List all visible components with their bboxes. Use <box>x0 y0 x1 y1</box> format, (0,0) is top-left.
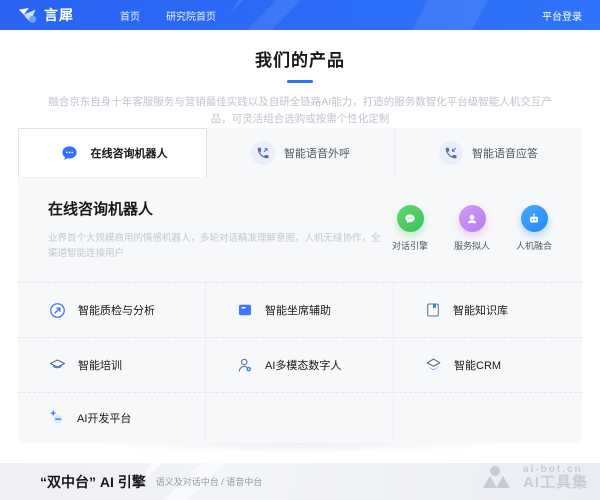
capability-label: AI开发平台 <box>77 410 131 426</box>
tab-voice-outbound[interactable]: 智能语音外呼 <box>207 128 395 178</box>
capability-label: 智能CRM <box>454 357 501 373</box>
knowledge-book-icon <box>424 301 442 319</box>
capability-training[interactable]: 智能培训 <box>18 337 206 392</box>
top-nav-links: 首页 研究院首页 <box>120 8 216 23</box>
capability-knowledge-base[interactable]: 智能知识库 <box>394 282 582 337</box>
engine-title: “双中台” AI 引擎 <box>40 472 146 492</box>
capability-label: 智能质检与分析 <box>78 302 155 318</box>
watermark-text: ai-bot.cn AI工具集 <box>523 464 588 492</box>
capability-label: 智能坐席辅助 <box>265 302 331 318</box>
dialog-engine-icon <box>397 205 424 232</box>
digital-human-icon <box>236 356 254 374</box>
phone-inbound-icon <box>439 141 463 165</box>
platform-login-link[interactable]: 平台登录 <box>542 8 582 23</box>
grid-empty-cell <box>206 392 394 443</box>
section-description: 融合京东自身十年客服服务与营销最佳实践以及自研全链路AI能力，打造的服务数智化平… <box>38 94 562 128</box>
human-machine-icon <box>521 205 548 232</box>
quality-compass-icon <box>48 301 67 320</box>
panel-description: 业界首个大规模商用的情感机器人，多轮对话精准理解意图，人机无缝协作，全渠道智能连… <box>48 231 388 261</box>
capability-agent-assist[interactable]: 智能坐席辅助 <box>206 282 394 337</box>
top-nav-bar: 言犀 首页 研究院首页 平台登录 <box>0 0 600 30</box>
agent-assist-monitor-icon <box>236 301 254 319</box>
nav-item-research-home[interactable]: 研究院首页 <box>166 8 216 23</box>
tab-label: 智能语音应答 <box>472 145 538 161</box>
chat-bubble-icon <box>58 141 82 165</box>
grid-empty-cell <box>394 392 582 443</box>
capability-grid: 智能质检与分析 智能坐席辅助 智能知识库 <box>18 282 582 443</box>
tab-label: 智能语音外呼 <box>284 145 350 161</box>
panel-highlights: 对话引擎 服务拟人 人机融合 <box>384 205 560 252</box>
online-robot-panel: 在线咨询机器人 业界首个大规模商用的情感机器人，多轮对话精准理解意图，人机无缝协… <box>18 178 582 443</box>
products-hero: 我们的产品 融合京东自身十年客服服务与营销最佳实践以及自研全链路AI能力，打造的… <box>0 30 600 128</box>
capability-label: 智能知识库 <box>453 302 508 318</box>
tab-voice-answer[interactable]: 智能语音应答 <box>395 128 582 178</box>
ai-platform-sparkle-icon <box>48 409 66 427</box>
service-persona-icon <box>459 205 486 232</box>
capability-digital-human[interactable]: AI多模态数字人 <box>206 337 394 392</box>
brand-name: 言犀 <box>44 5 74 25</box>
highlight-human-machine: 人机融合 <box>508 205 560 252</box>
section-divider <box>0 443 600 463</box>
capability-crm[interactable]: 智能CRM <box>394 337 582 392</box>
product-tabs: 在线咨询机器人 智能语音外呼 智能语音应答 <box>18 128 582 178</box>
title-underline <box>287 80 313 83</box>
highlight-label: 服务拟人 <box>454 239 490 252</box>
highlight-label: 人机融合 <box>516 239 552 252</box>
section-title: 我们的产品 <box>0 46 600 71</box>
highlight-dialog-engine: 对话引擎 <box>384 205 436 252</box>
yanxi-logo-icon <box>18 7 38 24</box>
highlight-label: 对话引擎 <box>392 239 428 252</box>
ai-bot-logo-icon <box>482 464 516 492</box>
engine-subtitle: 语义及对话中台 / 语音中台 <box>156 475 263 488</box>
crm-layers-icon <box>424 356 443 375</box>
brand[interactable]: 言犀 <box>18 5 74 25</box>
tab-online-consult-robot[interactable]: 在线咨询机器人 <box>18 128 207 178</box>
tab-label: 在线咨询机器人 <box>91 145 168 161</box>
phone-outbound-icon <box>251 141 275 165</box>
capability-quality-analysis[interactable]: 智能质检与分析 <box>18 282 206 337</box>
watermark: ai-bot.cn AI工具集 <box>482 464 588 492</box>
capability-label: 智能培训 <box>78 357 122 373</box>
capability-ai-dev-platform[interactable]: AI开发平台 <box>18 392 206 443</box>
training-cap-icon <box>48 356 67 375</box>
nav-item-home[interactable]: 首页 <box>120 8 140 23</box>
capability-label: AI多模态数字人 <box>265 357 341 373</box>
watermark-name: AI工具集 <box>523 475 588 492</box>
highlight-service-persona: 服务拟人 <box>446 205 498 252</box>
